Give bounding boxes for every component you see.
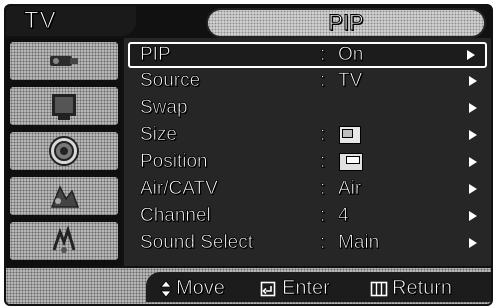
category-icon-column bbox=[6, 38, 122, 266]
channel-icon bbox=[50, 185, 80, 208]
sound-icon bbox=[49, 136, 79, 166]
menu-row-channel[interactable]: Channel : 4 bbox=[124, 204, 491, 228]
menu-row-value: 4 bbox=[338, 205, 349, 227]
menu-row-separator: : bbox=[320, 232, 326, 254]
menu-return-icon bbox=[370, 281, 388, 297]
menu-row-air-catv[interactable]: Air/CATV : Air bbox=[124, 177, 491, 201]
footer-bar: Move Enter Return bbox=[6, 268, 491, 304]
menu-row-label: Source bbox=[140, 70, 201, 92]
sidebar-item-picture[interactable] bbox=[10, 87, 118, 125]
enter-label: Enter bbox=[282, 277, 331, 300]
header-source-tab: TV bbox=[6, 6, 136, 36]
footer-return-hint: Return bbox=[370, 277, 452, 300]
menu-row-position[interactable]: Position : bbox=[124, 150, 491, 174]
menu-row-label: Size bbox=[140, 124, 178, 146]
chevron-right-icon bbox=[469, 157, 477, 167]
footer-move-hint: Move bbox=[160, 277, 225, 300]
sidebar-item-setup[interactable] bbox=[10, 222, 118, 260]
picture-icon bbox=[52, 94, 76, 120]
pip-menu-panel: PIP : On Source : TV Swap Size : Positio… bbox=[124, 38, 491, 266]
menu-row-swap[interactable]: Swap bbox=[124, 96, 491, 120]
menu-row-value: Main bbox=[338, 232, 380, 254]
enter-icon bbox=[260, 281, 276, 297]
chevron-right-icon bbox=[469, 211, 477, 221]
osd-frame: TV PIP PIP: On Source: TV Swap Size: … bbox=[4, 4, 493, 306]
menu-row-label: Position bbox=[140, 151, 208, 173]
menu-row-label: Swap bbox=[140, 97, 188, 119]
menu-row-separator: : bbox=[320, 70, 326, 92]
menu-row-separator: : bbox=[320, 178, 326, 200]
menu-row-label: Channel bbox=[140, 205, 211, 227]
menu-title: PIP bbox=[328, 10, 364, 36]
source-tab-label: TV bbox=[24, 7, 57, 35]
input-icon bbox=[50, 56, 78, 66]
sidebar-item-input[interactable] bbox=[10, 42, 118, 80]
sidebar-item-channel[interactable] bbox=[10, 177, 118, 215]
chevron-right-icon bbox=[467, 50, 475, 60]
setup-icon bbox=[52, 225, 76, 253]
move-label: Move bbox=[176, 277, 226, 300]
footer-enter-hint: Enter bbox=[260, 277, 330, 300]
chevron-right-icon bbox=[469, 130, 477, 140]
pip-position-icon bbox=[339, 153, 363, 171]
menu-row-source[interactable]: Source : TV bbox=[124, 69, 491, 93]
menu-row-size[interactable]: Size : bbox=[124, 123, 491, 147]
menu-row-value: TV bbox=[338, 70, 363, 92]
chevron-right-icon bbox=[469, 76, 477, 86]
menu-row-value: On bbox=[338, 44, 364, 66]
menu-row-label: Sound Select bbox=[140, 232, 254, 254]
menu-row-separator: : bbox=[320, 151, 326, 173]
menu-row-separator: : bbox=[320, 44, 326, 66]
footer-help-bar: Move Enter Return bbox=[146, 272, 491, 302]
menu-row-pip[interactable]: PIP : On bbox=[128, 42, 487, 68]
sidebar-item-sound[interactable] bbox=[10, 132, 118, 170]
menu-row-value: Air bbox=[338, 178, 362, 200]
up-down-arrow-icon bbox=[160, 280, 172, 298]
chevron-right-icon bbox=[469, 184, 477, 194]
chevron-right-icon bbox=[469, 103, 477, 113]
menu-row-label: PIP bbox=[140, 44, 171, 66]
chevron-right-icon bbox=[469, 238, 477, 248]
menu-row-separator: : bbox=[320, 205, 326, 227]
pip-size-icon bbox=[339, 126, 361, 144]
menu-row-sound-select[interactable]: Sound Select : Main bbox=[124, 231, 491, 255]
return-label: Return bbox=[392, 277, 453, 300]
tv-osd-screen: TV PIP PIP: On Source: TV Swap Size: … bbox=[0, 0, 493, 306]
menu-title-tab: PIP bbox=[206, 8, 486, 38]
menu-row-label: Air/CATV bbox=[140, 178, 218, 200]
menu-row-separator: : bbox=[320, 124, 326, 146]
